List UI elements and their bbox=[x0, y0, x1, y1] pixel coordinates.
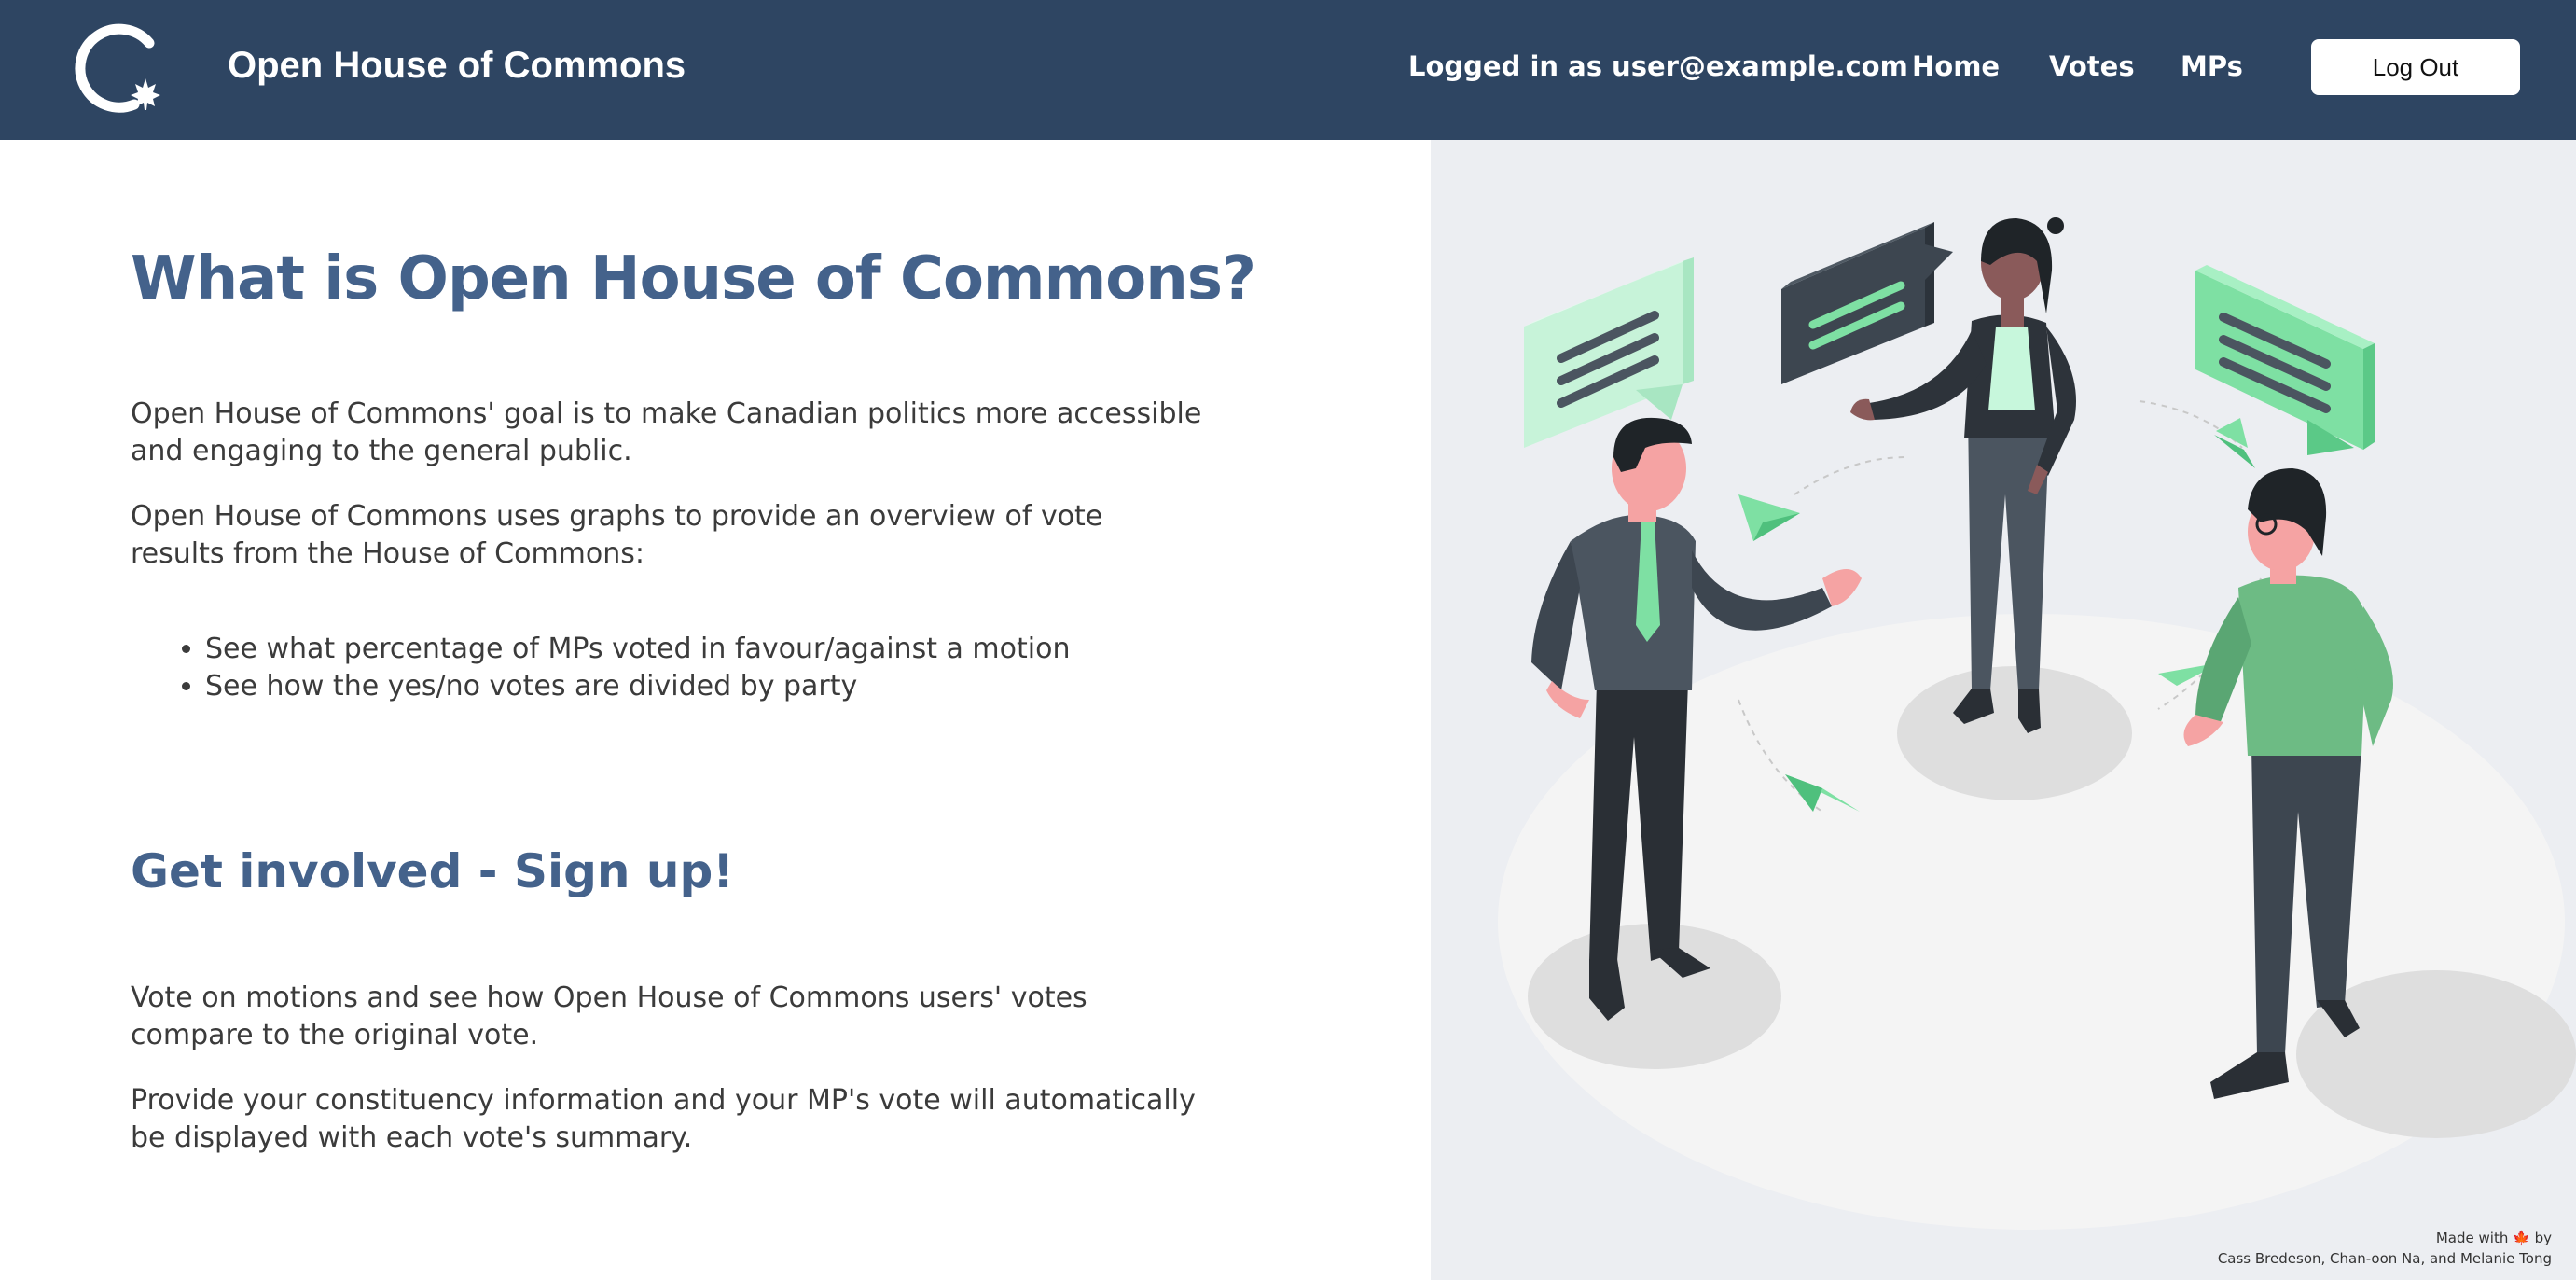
authors-text: Cass Bredeson, Chan-oon Na, and Melanie … bbox=[2217, 1250, 2552, 1267]
by-text: by bbox=[2534, 1230, 2552, 1246]
navbar: Open House of Commons Logged in as user@… bbox=[0, 0, 2576, 140]
brand-title[interactable]: Open House of Commons bbox=[228, 41, 686, 90]
signup-paragraph-1: Vote on motions and see how Open House o… bbox=[131, 981, 1087, 1051]
made-with-text: Made with bbox=[2435, 1230, 2509, 1246]
nav-link-mps[interactable]: MPs bbox=[2181, 47, 2243, 86]
circle-maple-leaf-logo-icon[interactable] bbox=[71, 21, 168, 118]
signup-heading: Get involved - Sign up! bbox=[131, 844, 735, 898]
about-section: What is Open House of Commons? Open Hous… bbox=[0, 140, 1431, 1280]
intro-paragraph-1: Open House of Commons' goal is to make C… bbox=[131, 397, 1202, 467]
intro-paragraph-2: Open House of Commons uses graphs to pro… bbox=[131, 500, 1103, 570]
feature-list: See what percentage of MPs voted in favo… bbox=[131, 631, 1231, 705]
people-conversation-illustration bbox=[1498, 217, 2576, 1230]
feature-list-item: See what percentage of MPs voted in favo… bbox=[205, 631, 1231, 668]
nav-link-home[interactable]: Home bbox=[1912, 47, 2000, 86]
feature-list-item: See how the yes/no votes are divided by … bbox=[205, 668, 1231, 705]
maple-leaf-icon: 🍁 bbox=[2513, 1230, 2530, 1246]
page-title: What is Open House of Commons? bbox=[131, 244, 1256, 313]
nav-link-votes[interactable]: Votes bbox=[2049, 47, 2135, 86]
credits: Made with 🍁 by Cass Bredeson, Chan-oon N… bbox=[2218, 1228, 2552, 1269]
logged-in-status: Logged in as user@example.com bbox=[1408, 50, 1908, 82]
illustration-panel: Made with 🍁 by Cass Bredeson, Chan-oon N… bbox=[1431, 140, 2576, 1280]
signup-paragraph-2: Provide your constituency information an… bbox=[131, 1084, 1196, 1154]
logout-button[interactable]: Log Out bbox=[2311, 39, 2520, 95]
